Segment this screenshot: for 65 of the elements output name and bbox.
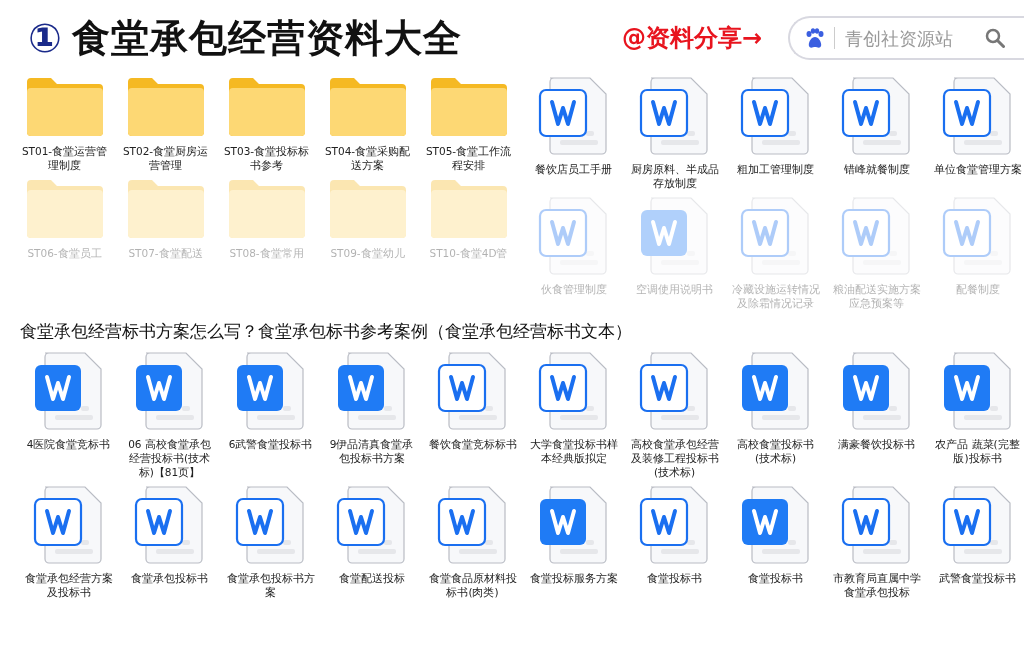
file-name: 配餐制度 [954,282,1001,296]
document-icon[interactable] [537,351,610,431]
document-icon[interactable] [335,485,408,565]
file-name: 食堂承包投标书 [130,571,209,585]
document-icon[interactable] [133,351,206,431]
document-icon[interactable] [840,485,913,565]
document-icon[interactable] [537,485,610,565]
file-name: 农产品 蔬菜(完整版)投标书 [934,437,1021,465]
file-name: 大学食堂投标书样本经典版拟定 [528,437,619,465]
file-name: 武警食堂投标书 [938,571,1017,585]
file-name: 食堂投标服务方案 [528,571,619,585]
document-icon[interactable] [840,351,913,431]
file-name: 高校食堂承包经营及装修工程投标书(技术标) [629,437,720,479]
file-name: 厨房原料、半成品存放制度 [629,162,720,190]
document-icon[interactable] [739,485,812,565]
file-name: 06 高校食堂承包经营投标书(技术标)【81页】 [127,437,212,479]
document-icon[interactable] [739,351,812,431]
file-name: 伙食管理制度 [539,282,608,296]
file-name: ST04-食堂采购配送方案 [323,144,412,172]
file-name: 高校食堂投标书(技术标) [736,437,815,465]
document-icon[interactable] [638,351,711,431]
share-label: @资料分享→ [621,23,762,54]
file-name: 9伊品清真食堂承包投标书方案 [328,437,415,465]
section-number: ① [28,18,62,58]
document-icon[interactable] [537,76,610,156]
document-icon[interactable] [638,485,711,565]
file-name: 单位食堂管理方案 [932,162,1023,176]
file-name: ST02-食堂厨房运营管理 [121,144,210,172]
file-name: 4医院食堂竞标书 [25,437,112,451]
document-icon[interactable] [739,76,812,156]
search-bar[interactable]: 青创社资源站 [788,16,1024,60]
file-name: 市教育局直属中学食堂承包投标 [831,571,922,599]
document-icon[interactable] [335,351,408,431]
document-icon[interactable] [234,485,307,565]
file-name: 食堂食品原材料投标书(肉类) [427,571,518,599]
document-icon[interactable] [436,351,509,431]
file-name: 食堂投标书 [747,571,804,585]
file-name: 餐饮店员工手册 [534,162,613,176]
document-icon[interactable] [941,485,1014,565]
document-icon[interactable] [941,351,1014,431]
file-name: 满豪餐饮投标书 [837,437,916,451]
document-icon[interactable] [133,485,206,565]
file-name: 6武警食堂投标书 [227,437,314,451]
file-name: 食堂投标书 [646,571,703,585]
document-icon[interactable] [32,485,105,565]
file-name: 粗加工管理制度 [736,162,815,176]
paw-icon [804,28,826,48]
caption: 食堂承包经营标书方案怎么写？食堂承包标书参考案例（食堂承包经营标书文本） [19,320,633,343]
file-name: 食堂承包经营方案及投标书 [23,571,114,599]
file-name: ST01-食堂运营管理制度 [20,144,109,172]
search-icon[interactable] [985,28,1005,48]
file-name: ST05-食堂工作流程安排 [424,144,513,172]
document-icon[interactable] [941,76,1014,156]
page-title: 食堂承包经营资料大全 [71,14,462,62]
file-name: 食堂承包投标书方案 [225,571,316,599]
file-name: 错峰就餐制度 [842,162,911,176]
document-icon[interactable] [234,351,307,431]
file-name: ST03-食堂投标标书参考 [222,144,311,172]
file-name: 食堂配送投标 [337,571,406,585]
file-name: 餐饮食堂竞标标书 [427,437,518,451]
document-icon[interactable] [436,485,509,565]
document-icon[interactable] [32,351,105,431]
document-icon[interactable] [840,76,913,156]
file-name: 粮油配送实施方案应急预案等 [831,282,922,310]
document-icon[interactable] [638,76,711,156]
